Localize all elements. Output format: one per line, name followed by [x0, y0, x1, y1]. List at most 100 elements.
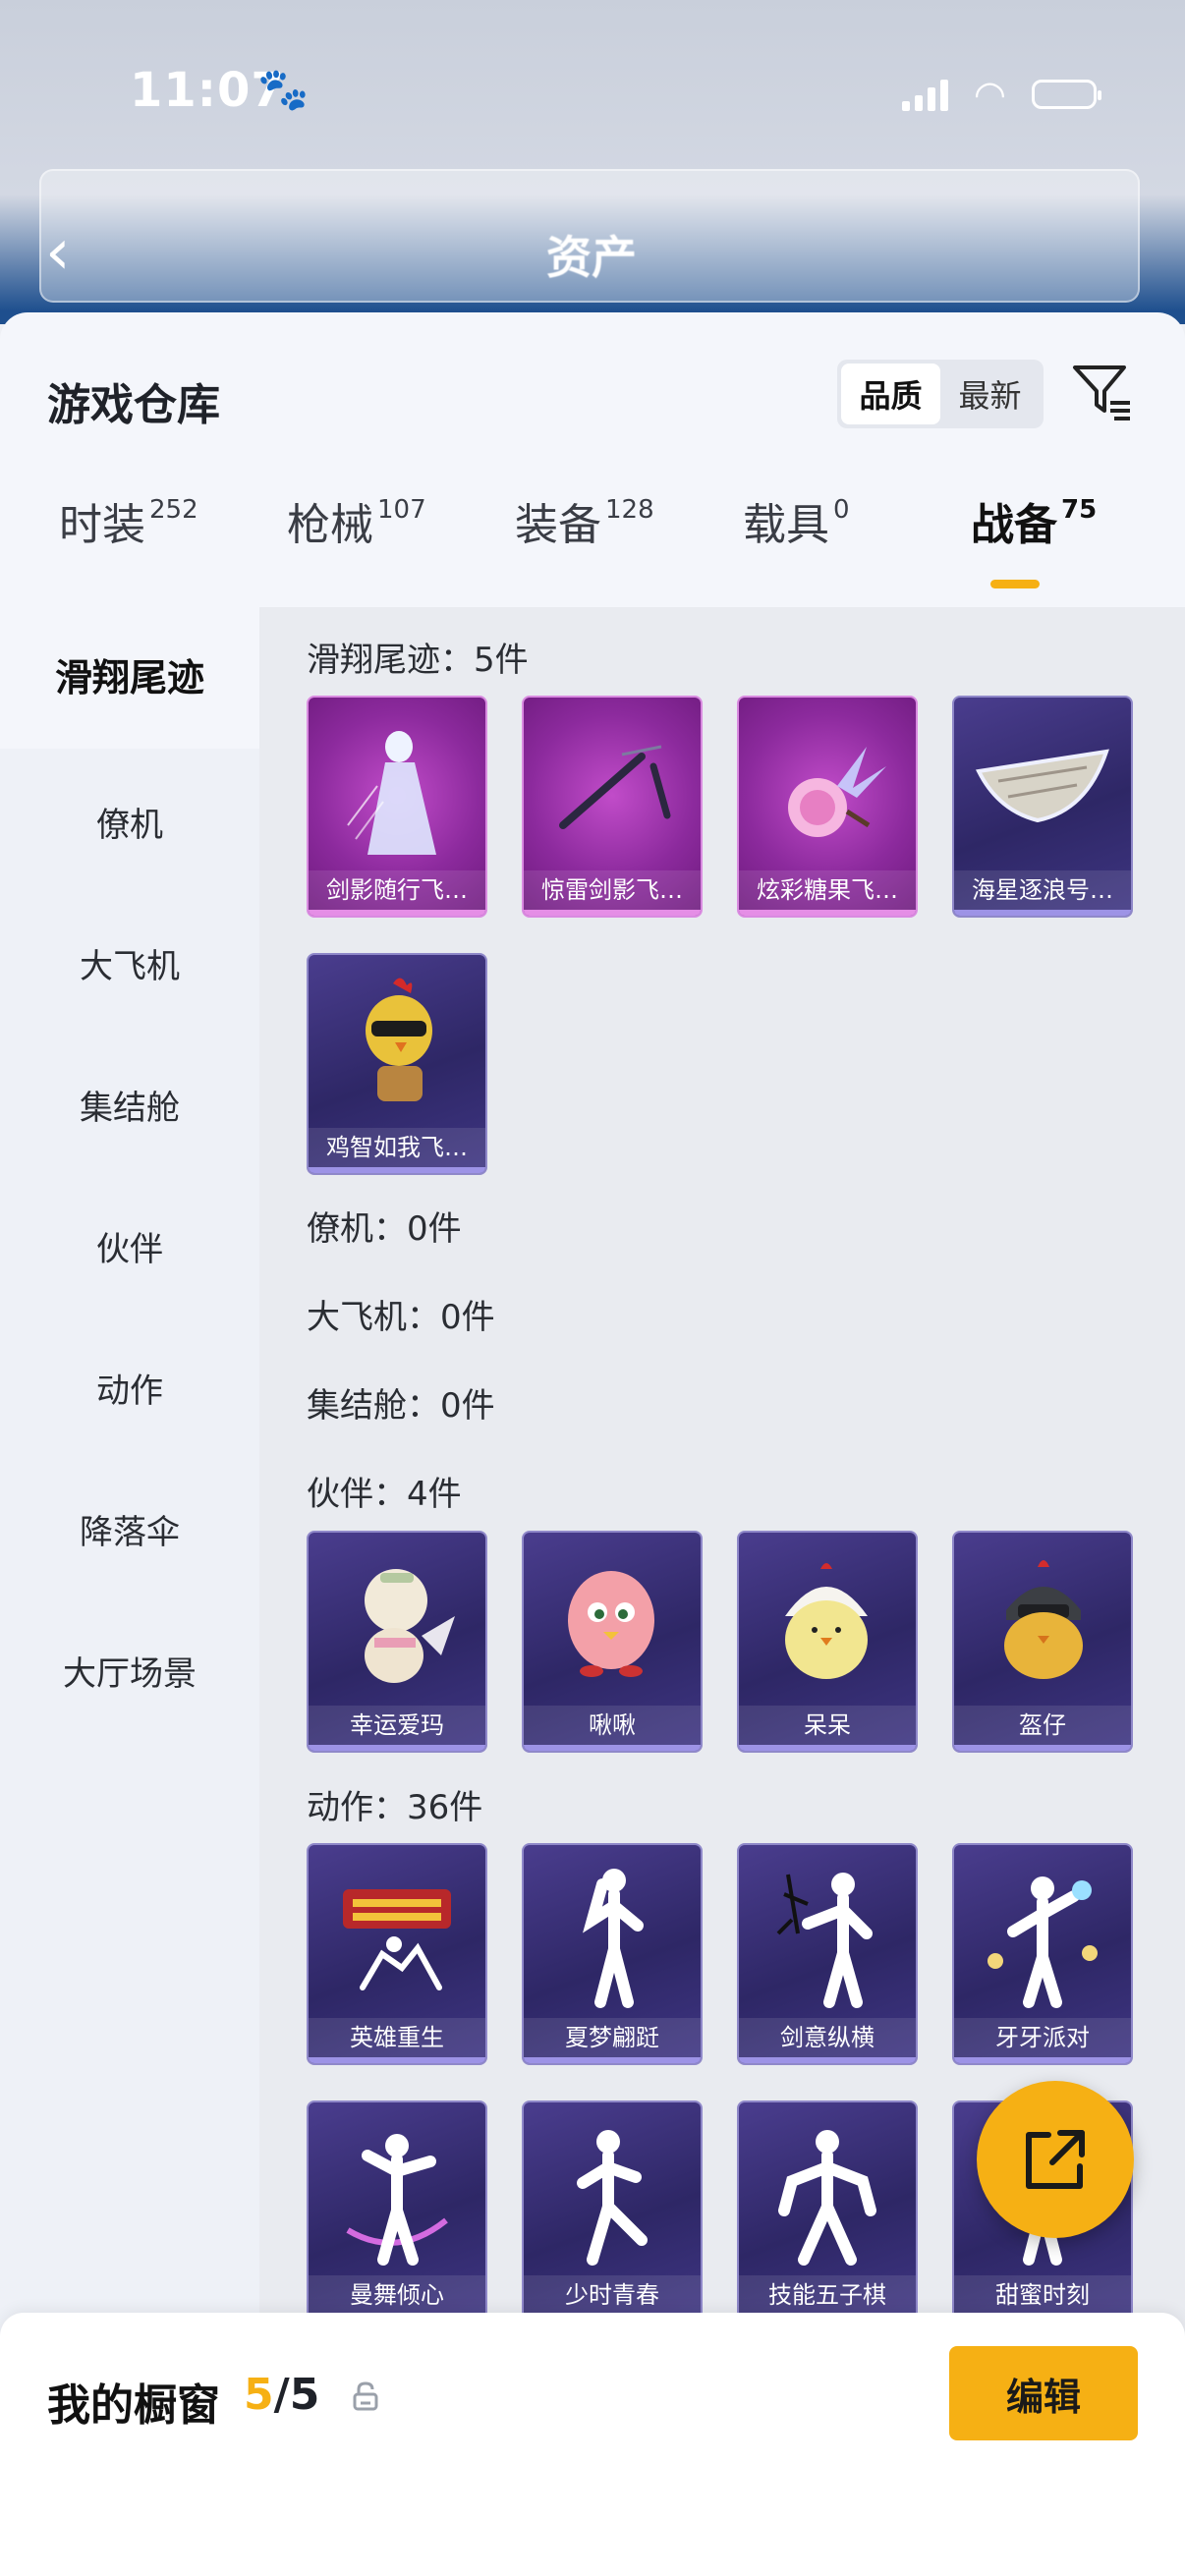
section-label-emote: 动作：36件 [307, 1788, 483, 1827]
item-card[interactable]: 海星逐浪号… [952, 696, 1133, 918]
sort-newest[interactable]: 最新 [940, 364, 1040, 424]
item-card[interactable]: 剑意纵横 [737, 1843, 918, 2065]
sidebar-item-glide-trail[interactable]: 滑翔尾迹 [0, 607, 259, 749]
item-name: 甜蜜时刻 [954, 2275, 1131, 2315]
rarity-bar [739, 1745, 916, 1751]
item-image [524, 1845, 701, 2022]
rarity-bar [524, 910, 701, 916]
sidebar-item-lobby-scene[interactable]: 大厅场景 [0, 1647, 259, 1695]
wifi-icon: ◠ [973, 73, 1006, 116]
share-icon [1026, 2130, 1085, 2189]
tab-equipment[interactable]: 装备 128 [515, 489, 654, 552]
paw-icon: 🐾 [257, 65, 310, 113]
item-image [309, 2102, 485, 2279]
showcase-bar: 我的橱窗 5/5 编辑 [0, 2313, 1185, 2576]
sidebar-item-emote[interactable]: 动作 [0, 1364, 259, 1412]
item-name: 剑影随行飞… [309, 870, 485, 910]
item-image [309, 955, 485, 1132]
item-image [954, 1845, 1131, 2022]
showcase-count: 5/5 [244, 2370, 319, 2420]
section-label-partner: 伙伴：4件 [307, 1475, 462, 1514]
item-name: 牙牙派对 [954, 2018, 1131, 2057]
tab-label: 装备 [515, 500, 601, 550]
sidebar: 滑翔尾迹 僚机 大飞机 集结舱 伙伴 动作 降落伞 大厅场景 [0, 607, 259, 2576]
tab-count: 75 [1061, 495, 1098, 525]
item-name: 啾啾 [524, 1706, 701, 1745]
item-image [739, 698, 916, 874]
page-title: 资产 [546, 231, 637, 284]
item-name: 鸡智如我飞… [309, 1128, 485, 1167]
item-card[interactable]: 曼舞倾心 [307, 2100, 487, 2323]
lock-icon [353, 2381, 378, 2411]
item-name: 英雄重生 [309, 2018, 485, 2057]
status-icons: ◠ [901, 73, 1101, 116]
item-image [739, 1845, 916, 2022]
rarity-bar [309, 1167, 485, 1173]
section-label-big-plane: 大飞机：0件 [307, 1298, 495, 1337]
rarity-bar [524, 2057, 701, 2063]
item-image [739, 1533, 916, 1709]
battery-icon [1032, 80, 1101, 109]
showcase-current: 5 [244, 2370, 274, 2420]
item-name: 盔仔 [954, 1706, 1131, 1745]
item-image [954, 698, 1131, 874]
item-card[interactable]: 幸运爱玛 [307, 1531, 487, 1753]
sheet-title: 游戏仓库 [47, 380, 220, 430]
section-label-wingman: 僚机：0件 [307, 1209, 462, 1249]
share-button[interactable] [977, 2081, 1134, 2238]
item-card[interactable]: 呆呆 [737, 1531, 918, 1753]
rarity-bar [309, 1745, 485, 1751]
tab-count: 0 [833, 495, 850, 525]
item-card[interactable]: 啾啾 [522, 1531, 703, 1753]
rarity-bar [954, 2057, 1131, 2063]
item-image [309, 698, 485, 874]
tab-vehicles[interactable]: 载具 0 [743, 489, 850, 552]
sidebar-item-big-plane[interactable]: 大飞机 [0, 939, 259, 987]
filter-icon[interactable] [1071, 360, 1134, 422]
item-name: 呆呆 [739, 1706, 916, 1745]
showcase-label: 我的橱窗 [47, 2380, 220, 2431]
item-card[interactable]: 技能五子棋 [737, 2100, 918, 2323]
item-card[interactable]: 剑影随行飞… [307, 696, 487, 918]
item-image [524, 1533, 701, 1709]
sidebar-item-parachute[interactable]: 降落伞 [0, 1505, 259, 1553]
edit-button[interactable]: 编辑 [949, 2346, 1138, 2440]
tab-label: 时装 [59, 500, 145, 550]
item-card[interactable]: 盔仔 [952, 1531, 1133, 1753]
item-card[interactable]: 惊雷剑影飞… [522, 696, 703, 918]
rarity-bar [524, 1745, 701, 1751]
tab-label: 战备 [971, 500, 1057, 550]
background-header: 11:07 🐾 ◠ ‹ 资产 [0, 0, 1185, 324]
tab-guns[interactable]: 枪械 107 [287, 489, 426, 552]
item-name: 技能五子棋 [739, 2275, 916, 2315]
item-card[interactable]: 英雄重生 [307, 1843, 487, 2065]
tab-count: 107 [377, 495, 426, 525]
sidebar-item-partner[interactable]: 伙伴 [0, 1222, 259, 1270]
item-card[interactable]: 牙牙派对 [952, 1843, 1133, 2065]
warehouse-sheet: 游戏仓库 品质 最新 时装 252 枪械 107 装备 128 载具 0 战备 75 滑翔… [0, 312, 1185, 2576]
rarity-bar [309, 910, 485, 916]
item-list: 滑翔尾迹：5件 剑影随行飞… 惊雷剑影飞… 炫彩糖果飞… 海星逐浪号… 鸡智如我… [259, 607, 1185, 2576]
tab-combat-gear[interactable]: 战备 75 [971, 489, 1097, 552]
active-tab-indicator [990, 580, 1040, 588]
back-icon[interactable]: ‹ [45, 216, 71, 289]
item-card[interactable]: 炫彩糖果飞… [737, 696, 918, 918]
rarity-bar [954, 910, 1131, 916]
item-name: 曼舞倾心 [309, 2275, 485, 2315]
item-name: 海星逐浪号… [954, 870, 1131, 910]
rarity-bar [309, 2057, 485, 2063]
item-card[interactable]: 鸡智如我飞… [307, 953, 487, 1175]
item-image [309, 1845, 485, 2022]
tab-label: 枪械 [287, 500, 373, 550]
tab-count: 128 [605, 495, 654, 525]
item-card[interactable]: 夏梦翩跹 [522, 1843, 703, 2065]
tab-fashion[interactable]: 时装 252 [59, 489, 198, 552]
sort-quality[interactable]: 品质 [841, 364, 940, 424]
item-image [739, 2102, 916, 2279]
tab-label: 载具 [743, 500, 829, 550]
showcase-total: /5 [273, 2370, 320, 2420]
item-name: 炫彩糖果飞… [739, 870, 916, 910]
sidebar-item-wingman[interactable]: 僚机 [0, 798, 259, 846]
item-card[interactable]: 少时青春 [522, 2100, 703, 2323]
sidebar-item-rally-pod[interactable]: 集结舱 [0, 1081, 259, 1129]
